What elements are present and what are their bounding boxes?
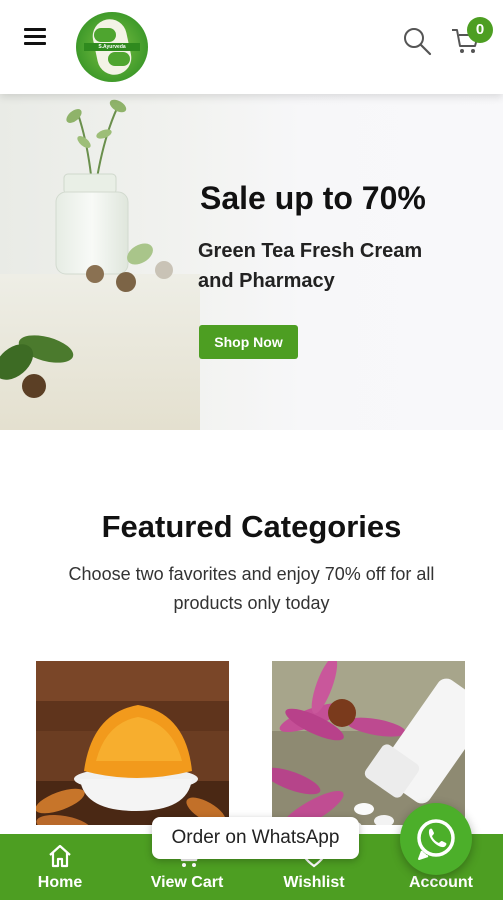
hero-title: Sale up to 70% (200, 180, 426, 216)
logo-text: S.Ayurveda (84, 43, 140, 51)
whatsapp-icon (417, 819, 455, 860)
nav-view-cart-label: View Cart (150, 874, 224, 891)
nav-account-label: Account (409, 874, 473, 891)
brand-logo[interactable]: S.Ayurveda (76, 12, 148, 82)
hero-banner: Sale up to 70% Green Tea Fresh Cream and… (0, 94, 503, 430)
featured-categories-heading: Featured Categories (101, 509, 402, 544)
nav-home-label: Home (37, 874, 83, 891)
hamburger-menu-icon[interactable] (24, 28, 46, 46)
nav-wishlist-label: Wishlist (283, 874, 345, 891)
whatsapp-button[interactable] (400, 803, 472, 875)
cart-count-badge: 0 (467, 17, 493, 43)
hero-subtitle: Green Tea Fresh Cream and Pharmacy (198, 240, 423, 292)
whatsapp-order-tooltip[interactable]: Order on WhatsApp (152, 817, 359, 859)
shop-now-button[interactable]: Shop Now (199, 325, 298, 359)
home-icon (49, 844, 71, 868)
hero-product-image (0, 99, 200, 430)
search-icon[interactable] (402, 26, 432, 56)
nav-home[interactable]: Home (10, 834, 110, 900)
featured-categories-description: Choose two favorites and enjoy 70% off f… (68, 564, 435, 613)
app-header: S.Ayurveda 0 (0, 0, 503, 94)
